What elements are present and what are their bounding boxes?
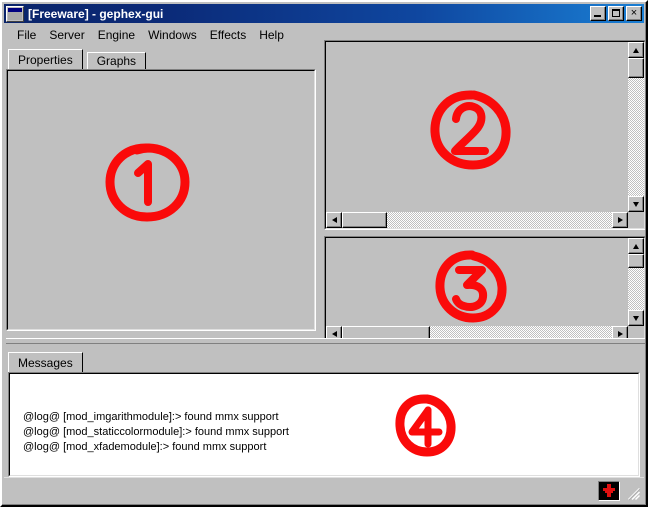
- panel-two-scroll-up-button[interactable]: [628, 42, 644, 58]
- vertical-splitter[interactable]: [316, 47, 324, 331]
- arrow-down-icon: [633, 201, 639, 207]
- arrow-right-icon: [617, 331, 623, 337]
- application-window: [Freeware] - gephex-gui × File Server En…: [0, 0, 648, 507]
- panel-two-vscrollbar[interactable]: [628, 42, 644, 212]
- panel-three-vscroll-thumb[interactable]: [628, 254, 644, 268]
- panel-two-hscrollbar[interactable]: [326, 212, 628, 228]
- panel-three-vscrollbar[interactable]: [628, 238, 644, 326]
- properties-panel[interactable]: [6, 69, 316, 331]
- close-icon: ×: [630, 6, 638, 19]
- menu-item-engine[interactable]: Engine: [92, 26, 142, 44]
- arrow-up-icon: [633, 243, 639, 249]
- status-bar: [4, 477, 644, 503]
- arrow-left-icon: [331, 331, 337, 337]
- menu-item-windows[interactable]: Windows: [142, 26, 204, 44]
- tab-messages[interactable]: Messages: [8, 352, 83, 372]
- panel-three[interactable]: [324, 236, 646, 344]
- arrow-up-icon: [633, 47, 639, 53]
- maximize-button[interactable]: [608, 6, 624, 21]
- panel-three-inner: [325, 237, 645, 343]
- messages-splitter[interactable]: [6, 338, 646, 344]
- left-panel-tabstrip: Properties Graphs: [8, 49, 147, 69]
- messages-log-content: @log@ [mod_imgarithmodule]:> found mmx s…: [9, 373, 639, 476]
- arrow-down-icon: [633, 315, 639, 321]
- minimize-icon: [594, 15, 601, 17]
- arrow-right-icon: [617, 217, 623, 223]
- title-bar-buttons: ×: [590, 6, 642, 21]
- properties-panel-surface: [7, 70, 315, 330]
- messages-log-area[interactable]: @log@ [mod_imgarithmodule]:> found mmx s…: [8, 372, 640, 477]
- status-indicator-cell[interactable]: [598, 481, 620, 501]
- panel-three-scroll-up-button[interactable]: [628, 238, 644, 254]
- log-line: @log@ [mod_imgarithmodule]:> found mmx s…: [23, 411, 279, 423]
- panel-two-scroll-right-button[interactable]: [612, 212, 628, 228]
- title-bar[interactable]: [Freeware] - gephex-gui ×: [4, 4, 644, 23]
- window-title: [Freeware] - gephex-gui: [28, 6, 164, 21]
- menu-item-file[interactable]: File: [11, 26, 43, 44]
- panel-two-vscroll-thumb[interactable]: [628, 58, 644, 78]
- panel-two-inner: [325, 41, 645, 229]
- resize-grip-icon[interactable]: [627, 487, 641, 501]
- red-cross-icon: [603, 484, 615, 497]
- tab-properties[interactable]: Properties: [8, 49, 83, 69]
- minimize-button[interactable]: [590, 6, 606, 21]
- panel-two[interactable]: [324, 40, 646, 230]
- panel-three-scroll-down-button[interactable]: [628, 310, 644, 326]
- panel-two-scroll-corner: [628, 212, 644, 228]
- panel-three-client-area[interactable]: [326, 238, 628, 326]
- close-button[interactable]: ×: [626, 6, 642, 21]
- maximize-icon: [612, 9, 620, 17]
- log-line: @log@ [mod_xfademodule]:> found mmx supp…: [23, 441, 267, 453]
- menu-item-effects[interactable]: Effects: [204, 26, 253, 44]
- menu-item-server[interactable]: Server: [43, 26, 91, 44]
- panel-two-client-area[interactable]: [326, 42, 628, 212]
- log-line: @log@ [mod_staticcolormodule]:> found mm…: [23, 426, 289, 438]
- panel-two-scroll-left-button[interactable]: [326, 212, 342, 228]
- tab-graphs[interactable]: Graphs: [86, 52, 147, 69]
- menu-item-help[interactable]: Help: [253, 26, 291, 44]
- window-icon[interactable]: [6, 5, 24, 22]
- panel-two-hscroll-thumb[interactable]: [342, 212, 387, 228]
- panel-two-scroll-down-button[interactable]: [628, 196, 644, 212]
- messages-tabstrip: Messages: [8, 352, 83, 372]
- arrow-left-icon: [331, 217, 337, 223]
